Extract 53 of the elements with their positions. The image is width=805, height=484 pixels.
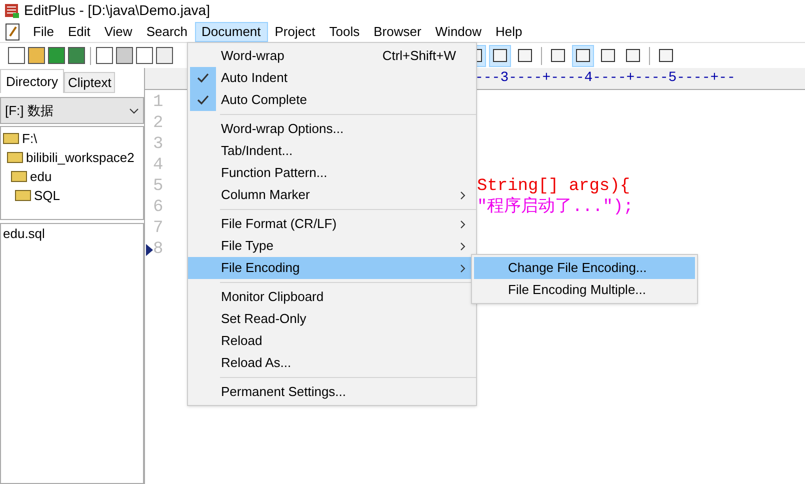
menu-bar-item[interactable]: File <box>26 22 61 42</box>
menu-option[interactable]: Auto Indent <box>188 67 476 89</box>
menu-bar-item[interactable]: Edit <box>60 22 98 42</box>
submenu-option[interactable]: Change File Encoding... <box>474 257 695 279</box>
line-number: 5 <box>153 176 164 198</box>
menu-bar-item[interactable]: Project <box>268 22 322 42</box>
menu-option[interactable]: File Type <box>188 235 476 257</box>
menu-option[interactable]: Word-wrap Ctrl+Shift+W <box>188 45 476 67</box>
line-number: 8 <box>153 238 164 261</box>
code-text: "程序启动了..."); <box>477 196 634 219</box>
column-ruler: ---3----+----4----+----5----+-- <box>475 69 736 88</box>
line-number: 2 <box>153 112 164 135</box>
folder-icon <box>15 190 31 201</box>
window-title: EditPlus - [D:\java\Demo.java] <box>24 1 210 20</box>
shortcut-text: Ctrl+Shift+W <box>382 47 456 66</box>
menu-bar-item[interactable]: Help <box>488 22 530 42</box>
sidebar-tab[interactable]: Cliptext <box>64 72 116 93</box>
folder-label[interactable]: SQL <box>34 186 60 206</box>
folder-icon <box>7 152 23 163</box>
menu-bar-item[interactable]: View <box>97 22 140 42</box>
chevron-down-icon <box>129 108 139 114</box>
menu-bar-item[interactable]: Window <box>428 22 489 42</box>
file-list-entry[interactable]: edu.sql <box>3 224 141 244</box>
line-number: 3 <box>153 134 164 156</box>
submenu-option[interactable]: File Encoding Multiple... <box>474 279 695 301</box>
drive-dropdown[interactable]: [F:] 数据 <box>0 97 144 124</box>
menu-option[interactable]: Reload <box>188 330 476 352</box>
menu-option[interactable]: Function Pattern... <box>188 162 476 184</box>
drive-label: [F:] 数据 <box>5 102 54 120</box>
folder-icon <box>11 171 27 182</box>
folder-label[interactable]: F:\ <box>22 128 38 148</box>
sidebar-tab[interactable]: Directory <box>0 69 64 93</box>
folder-label[interactable]: bilibili_workspace2 <box>26 148 134 168</box>
menu-option[interactable]: Auto Complete <box>188 89 476 111</box>
line-number: 7 <box>153 218 164 240</box>
code-text: String[] args){ <box>477 176 630 196</box>
menu-bar-item[interactable]: Search <box>139 22 195 42</box>
menu-option[interactable]: Word-wrap Options... <box>188 118 476 140</box>
menu-option[interactable]: Reload As... <box>188 352 476 374</box>
app-icon <box>4 2 20 18</box>
menu-option[interactable]: Permanent Settings... <box>188 381 476 403</box>
menu-option[interactable]: Set Read-Only <box>188 308 476 330</box>
folder-icon <box>3 133 19 144</box>
menu-option[interactable]: File Format (CR/LF) <box>188 213 476 235</box>
line-number: 1 <box>153 92 164 114</box>
menu-bar-item[interactable]: Browser <box>366 22 428 42</box>
menu-bar-item[interactable]: Document <box>194 22 268 42</box>
menu-option[interactable]: Tab/Indent... <box>188 140 476 162</box>
line-number: 4 <box>153 154 164 177</box>
line-number: 6 <box>153 196 164 219</box>
menu-bar-item[interactable]: Tools <box>322 22 367 42</box>
menu-option[interactable]: Column Marker <box>188 184 476 206</box>
folder-label[interactable]: edu <box>30 166 52 186</box>
